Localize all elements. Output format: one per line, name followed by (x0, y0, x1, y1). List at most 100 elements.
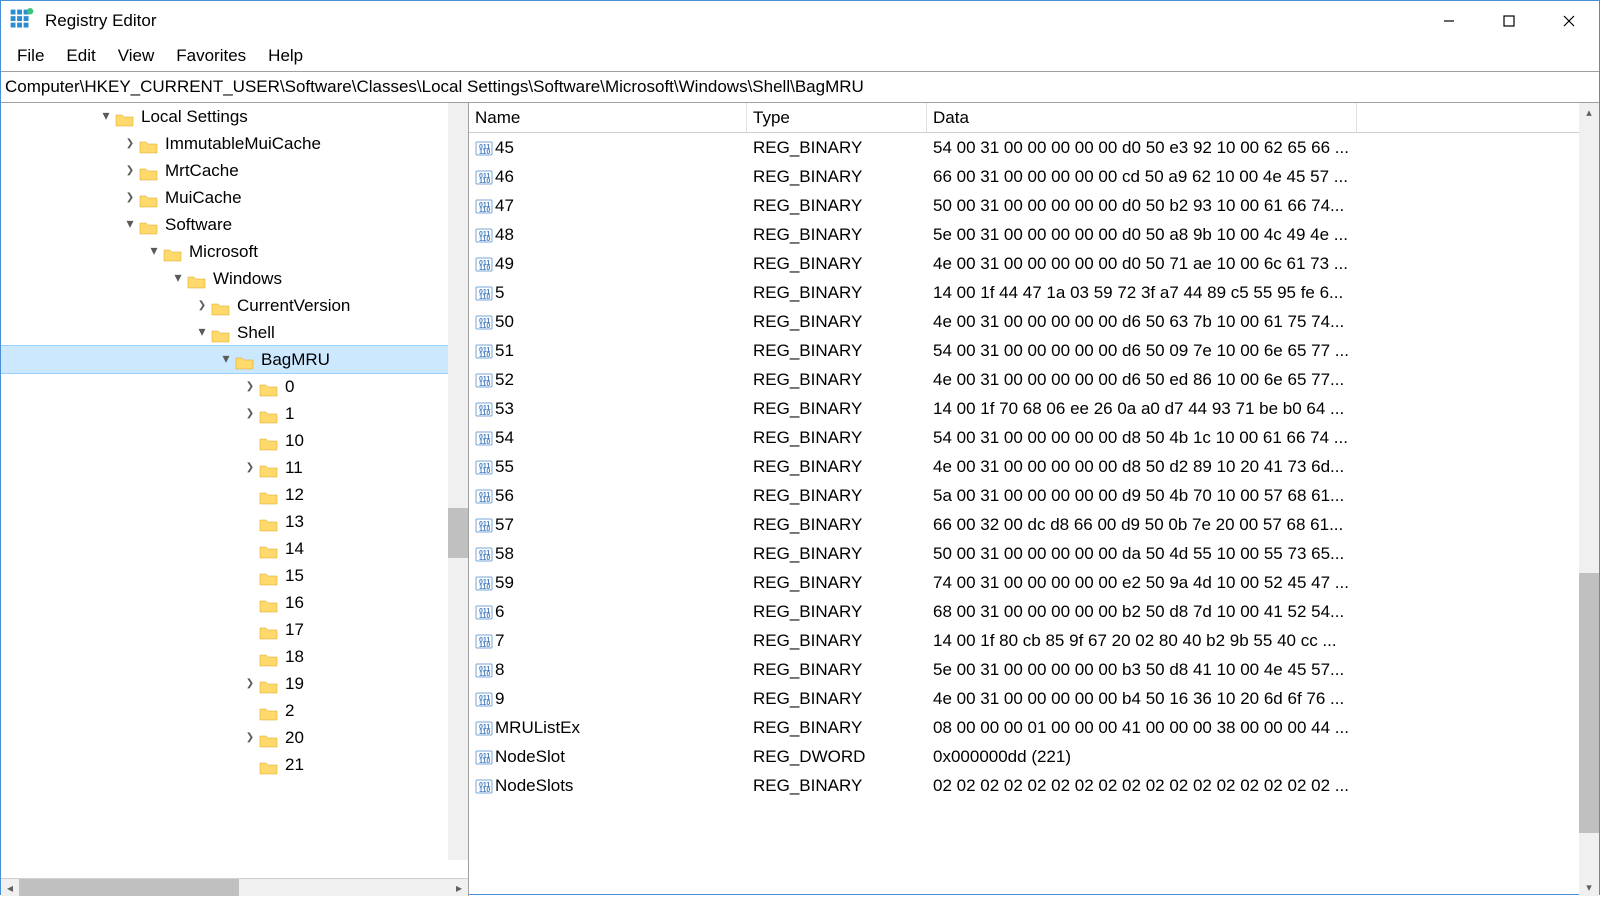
value-row[interactable]: 58REG_BINARY50 00 31 00 00 00 00 00 da 5… (469, 539, 1599, 568)
value-row[interactable]: 57REG_BINARY66 00 32 00 dc d8 66 00 d9 5… (469, 510, 1599, 539)
value-row[interactable]: 46REG_BINARY66 00 31 00 00 00 00 00 cd 5… (469, 162, 1599, 191)
menu-edit[interactable]: Edit (56, 42, 105, 70)
tree-item[interactable]: 13 (1, 508, 468, 535)
binary-value-icon (475, 487, 493, 505)
tree-item[interactable]: 20 (1, 724, 468, 751)
tree-horizontal-scrollbar[interactable]: ◂ ▸ (1, 878, 468, 896)
value-row[interactable]: NodeSlotREG_DWORD0x000000dd (221) (469, 742, 1599, 771)
value-data: 4e 00 31 00 00 00 00 00 d6 50 ed 86 10 0… (927, 370, 1599, 390)
value-name: 50 (495, 312, 514, 332)
tree-item[interactable]: 12 (1, 481, 468, 508)
maximize-button[interactable] (1479, 1, 1539, 41)
tree-hscroll-right-arrow[interactable]: ▸ (450, 879, 468, 897)
expand-collapse-icon[interactable] (241, 373, 259, 400)
value-row[interactable]: 52REG_BINARY4e 00 31 00 00 00 00 00 d6 5… (469, 365, 1599, 394)
tree-item[interactable]: 15 (1, 562, 468, 589)
tree-item[interactable]: Local Settings (1, 103, 468, 130)
value-type: REG_BINARY (747, 167, 927, 187)
list-vertical-scrollbar[interactable]: ▴ ▾ (1579, 103, 1599, 896)
tree-hscroll-thumb[interactable] (19, 879, 239, 896)
tree-item[interactable]: 21 (1, 751, 468, 778)
tree-item[interactable]: Software (1, 211, 468, 238)
value-row[interactable]: 54REG_BINARY54 00 31 00 00 00 00 00 d8 5… (469, 423, 1599, 452)
tree-item[interactable]: Microsoft (1, 238, 468, 265)
expand-collapse-icon[interactable] (121, 157, 139, 184)
value-row[interactable]: 56REG_BINARY5a 00 31 00 00 00 00 00 d9 5… (469, 481, 1599, 510)
menu-favorites[interactable]: Favorites (166, 42, 256, 70)
column-header-name[interactable]: Name (469, 103, 747, 132)
value-row[interactable]: 9REG_BINARY4e 00 31 00 00 00 00 00 b4 50… (469, 684, 1599, 713)
value-row[interactable]: 5REG_BINARY14 00 1f 44 47 1a 03 59 72 3f… (469, 278, 1599, 307)
tree-item[interactable]: 1 (1, 400, 468, 427)
list-body[interactable]: 45REG_BINARY54 00 31 00 00 00 00 00 d0 5… (469, 133, 1599, 896)
tree-vscroll-thumb[interactable] (448, 508, 468, 558)
tree-item[interactable]: MrtCache (1, 157, 468, 184)
tree-item-label: 11 (285, 454, 309, 481)
tree-item[interactable]: Shell (1, 319, 468, 346)
value-row[interactable]: 45REG_BINARY54 00 31 00 00 00 00 00 d0 5… (469, 133, 1599, 162)
expand-collapse-icon[interactable] (121, 210, 139, 239)
folder-icon (259, 568, 279, 584)
value-row[interactable]: MRUListExREG_BINARY08 00 00 00 01 00 00 … (469, 713, 1599, 742)
tree-hscroll-left-arrow[interactable]: ◂ (1, 879, 19, 897)
tree-item[interactable]: 0 (1, 373, 468, 400)
value-row[interactable]: 6REG_BINARY68 00 31 00 00 00 00 00 b2 50… (469, 597, 1599, 626)
value-row[interactable]: 48REG_BINARY5e 00 31 00 00 00 00 00 d0 5… (469, 220, 1599, 249)
expand-collapse-icon[interactable] (193, 318, 211, 347)
value-name: 53 (495, 399, 514, 419)
tree-item[interactable]: 18 (1, 643, 468, 670)
address-bar[interactable]: Computer\HKEY_CURRENT_USER\Software\Clas… (1, 71, 1599, 103)
expand-collapse-icon[interactable] (121, 130, 139, 157)
tree[interactable]: Local SettingsImmutableMuiCacheMrtCacheM… (1, 103, 468, 778)
list-vscroll-up-arrow[interactable]: ▴ (1579, 103, 1599, 121)
expand-collapse-icon[interactable] (241, 400, 259, 427)
expand-collapse-icon[interactable] (97, 103, 115, 131)
tree-item[interactable]: 10 (1, 427, 468, 454)
value-type: REG_BINARY (747, 312, 927, 332)
tree-item[interactable]: BagMRU (1, 346, 468, 373)
list-vscroll-thumb[interactable] (1579, 573, 1599, 833)
close-button[interactable] (1539, 1, 1599, 41)
column-header-data[interactable]: Data (927, 103, 1357, 132)
value-row[interactable]: 49REG_BINARY4e 00 31 00 00 00 00 00 d0 5… (469, 249, 1599, 278)
tree-item[interactable]: CurrentVersion (1, 292, 468, 319)
tree-item[interactable]: ImmutableMuiCache (1, 130, 468, 157)
expand-collapse-icon[interactable] (145, 237, 163, 266)
tree-item[interactable]: 17 (1, 616, 468, 643)
value-row[interactable]: 59REG_BINARY74 00 31 00 00 00 00 00 e2 5… (469, 568, 1599, 597)
menu-file[interactable]: File (7, 42, 54, 70)
menu-view[interactable]: View (108, 42, 165, 70)
minimize-button[interactable] (1419, 1, 1479, 41)
expand-collapse-icon[interactable] (121, 184, 139, 211)
tree-item[interactable]: Windows (1, 265, 468, 292)
tree-item[interactable]: 11 (1, 454, 468, 481)
value-row[interactable]: 55REG_BINARY4e 00 31 00 00 00 00 00 d8 5… (469, 452, 1599, 481)
expand-collapse-icon[interactable] (169, 264, 187, 293)
column-header-type[interactable]: Type (747, 103, 927, 132)
menu-help[interactable]: Help (258, 42, 313, 70)
expand-collapse-icon[interactable] (241, 724, 259, 751)
value-row[interactable]: 47REG_BINARY50 00 31 00 00 00 00 00 d0 5… (469, 191, 1599, 220)
tree-item-label: 1 (285, 400, 300, 427)
tree-vertical-scrollbar[interactable] (448, 103, 468, 860)
tree-item-label: 20 (285, 724, 310, 751)
value-row[interactable]: 53REG_BINARY14 00 1f 70 68 06 ee 26 0a a… (469, 394, 1599, 423)
expand-collapse-icon[interactable] (241, 454, 259, 481)
value-row[interactable]: 7REG_BINARY14 00 1f 80 cb 85 9f 67 20 02… (469, 626, 1599, 655)
value-data: 54 00 31 00 00 00 00 00 d6 50 09 7e 10 0… (927, 341, 1599, 361)
tree-item[interactable]: 16 (1, 589, 468, 616)
tree-hscroll-track[interactable] (19, 879, 450, 896)
expand-collapse-icon[interactable] (193, 292, 211, 319)
value-row[interactable]: 51REG_BINARY54 00 31 00 00 00 00 00 d6 5… (469, 336, 1599, 365)
tree-item[interactable]: 14 (1, 535, 468, 562)
tree-item[interactable]: MuiCache (1, 184, 468, 211)
expand-collapse-icon[interactable] (217, 345, 235, 374)
value-row[interactable]: 8REG_BINARY5e 00 31 00 00 00 00 00 b3 50… (469, 655, 1599, 684)
value-row[interactable]: 50REG_BINARY4e 00 31 00 00 00 00 00 d6 5… (469, 307, 1599, 336)
value-row[interactable]: NodeSlotsREG_BINARY02 02 02 02 02 02 02 … (469, 771, 1599, 800)
list-vscroll-down-arrow[interactable]: ▾ (1579, 878, 1599, 896)
expand-collapse-icon[interactable] (241, 670, 259, 697)
tree-item[interactable]: 19 (1, 670, 468, 697)
tree-item[interactable]: 2 (1, 697, 468, 724)
binary-value-icon (475, 371, 493, 389)
